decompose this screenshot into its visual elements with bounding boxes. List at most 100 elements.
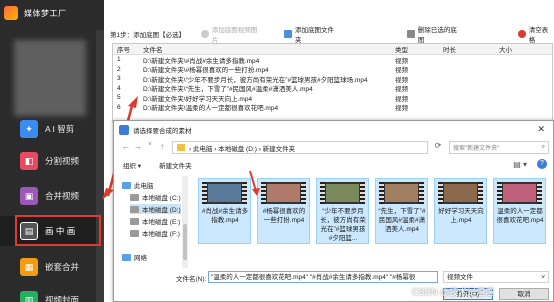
add-icon <box>201 30 209 38</box>
address-bar[interactable]: › 此电脑 › 本地磁盘 (D:) › 新建文件夹 <box>172 141 428 154</box>
column-header[interactable]: 大小 <box>496 44 552 54</box>
add-folder-label: 添加底图文件夹 <box>294 27 334 44</box>
chevron-down-icon[interactable]: ˅ <box>144 142 156 151</box>
filetype-value: 视频文件 <box>447 274 473 281</box>
step-label: 第1步：添加底图【必选】 <box>110 32 186 39</box>
folder-icon <box>284 30 292 38</box>
file-item[interactable]: #肖战#余生请多指教.mp4 <box>198 178 251 244</box>
row-filename: D:\新建文件夹\“少年不要步月长，彼方尚有荣光在”#篮球男孩#夕阳篮球场.mp… <box>143 76 368 84</box>
app-brand: 媒体梦工厂 <box>0 0 104 26</box>
file-item[interactable]: 好好学习天天向上.mp4 <box>434 178 487 244</box>
column-header[interactable]: 文件名 <box>140 44 392 54</box>
column-header[interactable]: 类型 <box>392 44 440 54</box>
close-icon[interactable]: ✕ <box>537 124 545 135</box>
row-type: 视频 <box>395 76 408 84</box>
delete-selected-label: 删除已选的底图 <box>417 27 457 44</box>
file-item[interactable]: “先生，下雪了”#民国风#温柔#潇洒美人.mp4 <box>375 178 428 244</box>
row-filename: D:\新建文件夹\“先生，下雪了”#民国风#温柔#潇洒美人.mp4 <box>143 86 313 94</box>
file-item[interactable]: “少年不要步月长，彼方尚有荣光在”#篮球男孩#夕阳篮... <box>316 178 369 244</box>
table-row[interactable]: 2 D:\新建文件夹\#杨幂很喜欢的一些打扮.mp4 视频 <box>113 65 552 75</box>
sidebar-item-video-cover[interactable]: ▥ 视频封面 <box>0 285 104 302</box>
clear-table-button[interactable]: 清空表格 <box>518 24 554 44</box>
table-row[interactable]: 5 D:\新建文件夹\好好学习天天向上.mp4 视频 <box>113 93 552 103</box>
row-type: 视频 <box>395 95 408 103</box>
tree-item-label: 本地磁盘 (D:) <box>142 207 181 214</box>
clear-table-label: 清空表格 <box>528 27 549 44</box>
help-icon[interactable]: ? <box>537 159 547 169</box>
tree-item-disk-c[interactable]: 本地磁盘 (C:) <box>130 192 181 202</box>
tree-item-this-pc[interactable]: 此电脑 <box>122 180 154 190</box>
tree-item-network[interactable]: 网络 <box>122 252 147 262</box>
ai-icon: ✦ <box>20 120 38 138</box>
file-item[interactable]: 温柔的人一定都很喜欢花吧.mp4 <box>493 178 546 244</box>
back-arrow-icon[interactable]: ← <box>120 142 132 151</box>
add-image-button[interactable]: 添加底图视频图片 <box>201 24 262 44</box>
video-thumbnail <box>438 182 483 204</box>
file-table: 序号 文件名 类型 时长 大小 1 D:\新建文件夹\#肖战#余生请多指教.mp… <box>112 43 553 123</box>
folder-icon <box>177 144 185 151</box>
tree-item-label: 本地磁盘 (C:) <box>142 195 181 202</box>
file-name: 好好学习天天向上.mp4 <box>438 208 484 224</box>
table-row[interactable]: 1 D:\新建文件夹\#肖战#余生请多指教.mp4 视频 <box>113 55 552 65</box>
table-row[interactable]: 6 D:\新建文件夹\温柔的人一定都很喜欢花吧.mp4 视频 <box>113 103 552 113</box>
table-row[interactable]: 4 D:\新建文件夹\“先生，下雪了”#民国风#温柔#潇洒美人.mp4 视频 <box>113 84 552 94</box>
add-folder-button[interactable]: 添加底图文件夹 <box>284 24 339 44</box>
navigation-tree: 此电脑 本地磁盘 (C:) 本地磁盘 (D:) 本地磁盘 (E:) 本地磁盘 (… <box>114 176 188 268</box>
refresh-icon[interactable]: ⟳ <box>432 141 444 154</box>
filename-input[interactable]: "温柔的人一定都很喜欢花吧.mp4" "#肖战#余生请多指教.mp4" "#杨幂… <box>208 271 438 283</box>
highlight-box <box>15 215 101 246</box>
row-filename: D:\新建文件夹\好好学习天天向上.mp4 <box>143 95 253 103</box>
tree-scrollbar-thumb[interactable] <box>183 224 187 260</box>
command-bar: 组织 ▾ 新建文件夹 ▤ ▾ ? <box>114 158 553 172</box>
dialog-titlebar: 请选择要合成的素材 <box>114 121 553 138</box>
row-number: 2 <box>117 65 121 73</box>
disk-icon <box>130 193 139 201</box>
file-name: #肖战#余生请多指教.mp4 <box>201 208 249 224</box>
disk-icon <box>130 205 139 213</box>
blurred-region <box>14 40 86 116</box>
sidebar-item-split-video[interactable]: ◧ 分割视频 <box>0 146 104 176</box>
sidebar: 媒体梦工厂 ✦ A I 智剪 ◧ 分割视频 ▣ 合并视频 ▤ 画 中 画 ▦ 嵌… <box>0 0 104 302</box>
sidebar-item-merge-video[interactable]: ▣ 合并视频 <box>0 181 104 211</box>
filename-label: 文件名(N): <box>176 275 207 283</box>
app-name: 媒体梦工厂 <box>24 8 67 18</box>
table-header: 序号 文件名 类型 时长 大小 <box>113 44 552 55</box>
sidebar-item-label: 嵌套合并 <box>45 262 80 272</box>
up-arrow-icon[interactable]: ↑ <box>156 142 168 151</box>
file-open-dialog: 请选择要合成的素材 ✕ ← → ˅ ↑ › 此电脑 › 本地磁盘 (D:) › … <box>113 120 554 302</box>
tree-item-label: 本地磁盘 (E:) <box>142 219 181 226</box>
search-icon: ⌕ <box>541 144 545 150</box>
row-type: 视频 <box>395 57 408 65</box>
dialog-title: 请选择要合成的素材 <box>133 127 192 135</box>
delete-selected-button[interactable]: 删除已选的底图 <box>407 24 462 44</box>
sidebar-item-label: 合并视频 <box>45 191 80 201</box>
video-cover-icon: ▥ <box>20 291 38 302</box>
network-icon <box>122 253 131 261</box>
file-name: 温柔的人一定都很喜欢花吧.mp4 <box>496 208 544 224</box>
forward-arrow-icon[interactable]: → <box>132 142 144 151</box>
search-input[interactable]: 搜索"新建文件夹" ⌕ <box>449 141 549 154</box>
tree-item-disk-e[interactable]: 本地磁盘 (E:) <box>130 216 180 226</box>
video-thumbnail <box>379 182 424 204</box>
merge-video-icon: ▣ <box>20 187 38 205</box>
file-name: “少年不要步月长，彼方尚有荣光在”#篮球男孩#夕阳篮... <box>320 208 366 242</box>
tree-item-disk-d[interactable]: 本地磁盘 (D:) <box>130 204 181 214</box>
filetype-select[interactable]: 视频文件 ˅ <box>443 271 549 283</box>
computer-icon <box>122 181 131 189</box>
column-header[interactable]: 序号 <box>113 44 140 54</box>
video-thumbnail <box>261 182 306 204</box>
file-item[interactable]: #杨幂很喜欢的一些打扮.mp4 <box>257 178 310 244</box>
sidebar-item-ai-clip[interactable]: ✦ A I 智剪 <box>0 114 104 144</box>
disk-icon <box>130 217 139 225</box>
column-header[interactable]: 时长 <box>440 44 496 54</box>
video-thumbnail <box>202 182 247 204</box>
view-options-icon[interactable]: ▤ ▾ <box>513 160 527 169</box>
table-row[interactable]: 3 D:\新建文件夹\“少年不要步月长，彼方尚有荣光在”#篮球男孩#夕阳篮球场.… <box>113 74 552 84</box>
tree-item-disk-f[interactable]: 本地磁盘 (F:) <box>130 228 180 238</box>
cancel-button[interactable]: 取消 <box>499 288 549 300</box>
chevron-down-icon: ˅ <box>541 274 545 281</box>
organize-button[interactable]: 组织 ▾ <box>123 160 141 170</box>
split-video-icon: ◧ <box>20 152 38 170</box>
new-folder-button[interactable]: 新建文件夹 <box>159 160 192 170</box>
sidebar-item-nested-merge[interactable]: ▦ 嵌套合并 <box>0 252 104 282</box>
